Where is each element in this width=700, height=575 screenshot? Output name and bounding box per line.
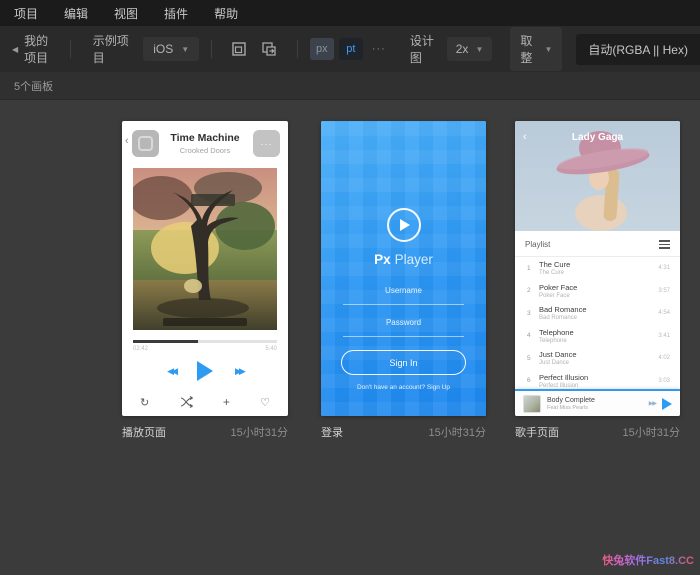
forward-button[interactable]: ▶▶ [235,366,246,377]
export-copy-icon[interactable] [261,41,278,58]
artboard-name[interactable]: 歌手页面 [515,424,559,440]
back-to-projects-button[interactable]: ◀ 我的项目 [0,32,58,66]
chevron-down-icon: ▼ [475,44,484,54]
artboard-login-page[interactable]: Px Player Username Password Sign In Don't… [321,121,486,416]
playlist-label: Playlist [525,240,551,249]
toolbar-divider [211,40,212,58]
artboard-name[interactable]: 播放页面 [122,424,166,440]
sign-in-button[interactable]: Sign In [341,350,466,375]
mini-player-subtitle: Feat Miss Pearls [547,404,588,411]
time-total: 5:40 [265,346,277,352]
app-logo-play-icon [386,208,421,242]
toolbar: ◀ 我的项目 示例项目 iOS ▼ px pt ··· 设计图 2x ▼ 取整 … [0,26,700,72]
artboard-name[interactable]: 登录 [321,424,343,440]
back-arrow-icon: ◀ [12,44,19,54]
artboard-label-login: 登录 15小时31分 [321,424,486,440]
artboard-timestamp: 15小时31分 [622,427,680,439]
artboard-count: 5个画板 [14,80,54,93]
design-scale-select[interactable]: 2x ▼ [446,37,493,61]
platform-select[interactable]: iOS ▼ [143,37,200,61]
artboard-timestamp: 15小时31分 [428,427,486,439]
site-watermark: 快兔软件Fast8.CC [602,552,694,568]
chevron-down-icon: ▼ [544,44,553,54]
color-mode-select[interactable]: 自动(RGBA || Hex) [576,33,700,65]
time-current: 02:42 [133,346,149,352]
app-window: 项目 编辑 视图 插件 帮助 ◀ 我的项目 示例项目 iOS ▼ px pt ·… [0,0,700,575]
player-header: ‹ Time Machine Crooked Doors ··· [122,121,288,168]
progress-bar[interactable] [133,340,277,343]
repeat-icon[interactable]: ↻ [140,396,149,409]
list-menu-icon[interactable] [659,240,670,249]
mini-play-button[interactable] [662,397,672,410]
artboard-count-bar: 5个画板 [0,72,700,100]
menu-project[interactable]: 项目 [14,5,38,22]
song-row[interactable]: 5 Just Dance Just Dance 4:02 [515,347,680,370]
menu-bar: 项目 编辑 视图 插件 帮助 [0,0,700,26]
back-chevron-icon: ‹ [125,135,129,147]
mini-player-thumbnail [523,394,541,413]
mini-player[interactable]: Body Complete Feat Miss Pearls ▶▶ [515,389,680,416]
song-row[interactable]: 4 Telephone Telephone 3:41 [515,325,680,348]
transport-controls: ◀◀ ▶▶ [122,361,288,381]
song-row[interactable]: 6 Perfect Illusion Perfect Illusion 3:03 [515,370,680,390]
singer-name: Lady Gaga [571,132,624,143]
mini-player-title: Body Complete [547,396,595,404]
app-name: Px Player [374,252,433,267]
album-art-image [133,168,277,330]
unit-pt-button[interactable]: pt [338,38,363,60]
unit-more-button[interactable]: ··· [372,43,386,55]
play-button[interactable] [197,361,213,381]
album-thumb-button [132,130,159,157]
rewind-button[interactable]: ◀◀ [167,366,178,377]
menu-view[interactable]: 视图 [114,5,138,22]
artboard-label-player: 播放页面 15小时31分 [122,424,288,440]
add-icon[interactable]: + [223,395,230,409]
song-row[interactable]: 3 Bad Romance Bad Romance 4:54 [515,302,680,325]
shuffle-icon[interactable] [180,396,193,408]
sample-project-button[interactable]: 示例项目 [93,32,132,66]
toolbar-divider [69,40,71,58]
username-field[interactable]: Username [343,286,464,305]
song-list: 1 The Cure The Cure 4:31 2 Poker Face Poke… [515,257,680,389]
mini-player-texts: Body Complete Feat Miss Pearls [547,397,649,411]
artboard-player-page[interactable]: ‹ Time Machine Crooked Doors ··· 02:42 5… [122,121,288,416]
player-actions: ↻ + ♡ [122,395,288,409]
design-scale-label: 设计图 [409,34,434,65]
song-row[interactable]: 2 Poker Face Poker Face 3:57 [515,280,680,303]
rounding-select[interactable]: 取整 ▼ [510,27,563,71]
heart-icon[interactable]: ♡ [260,396,270,409]
playlist-header: Playlist [515,233,680,257]
artboard-label-singer: 歌手页面 15小时31分 [515,424,680,440]
artboard-timestamp: 15小时31分 [230,427,288,439]
password-field[interactable]: Password [343,318,464,337]
progress-fill [133,340,198,343]
more-options-button: ··· [253,130,280,157]
unit-px-button[interactable]: px [309,38,334,60]
artboard-icon[interactable] [231,41,247,58]
time-labels: 02:42 5:40 [133,346,277,352]
menu-plugins[interactable]: 插件 [164,5,188,22]
menu-edit[interactable]: 编辑 [64,5,88,22]
chevron-down-icon: ▼ [181,44,190,54]
song-row[interactable]: 1 The Cure The Cure 4:31 [515,257,680,280]
sign-up-hint[interactable]: Don't have an account? Sign Up [321,384,486,391]
skip-icon[interactable]: ▶▶ [649,400,657,407]
toolbar-divider [296,40,298,58]
artboard-singer-page[interactable]: ‹ Lady Gaga Playlist 1 The Cure The Cure … [515,121,680,416]
album-thumb-icon [138,136,153,151]
menu-help[interactable]: 帮助 [214,5,238,22]
